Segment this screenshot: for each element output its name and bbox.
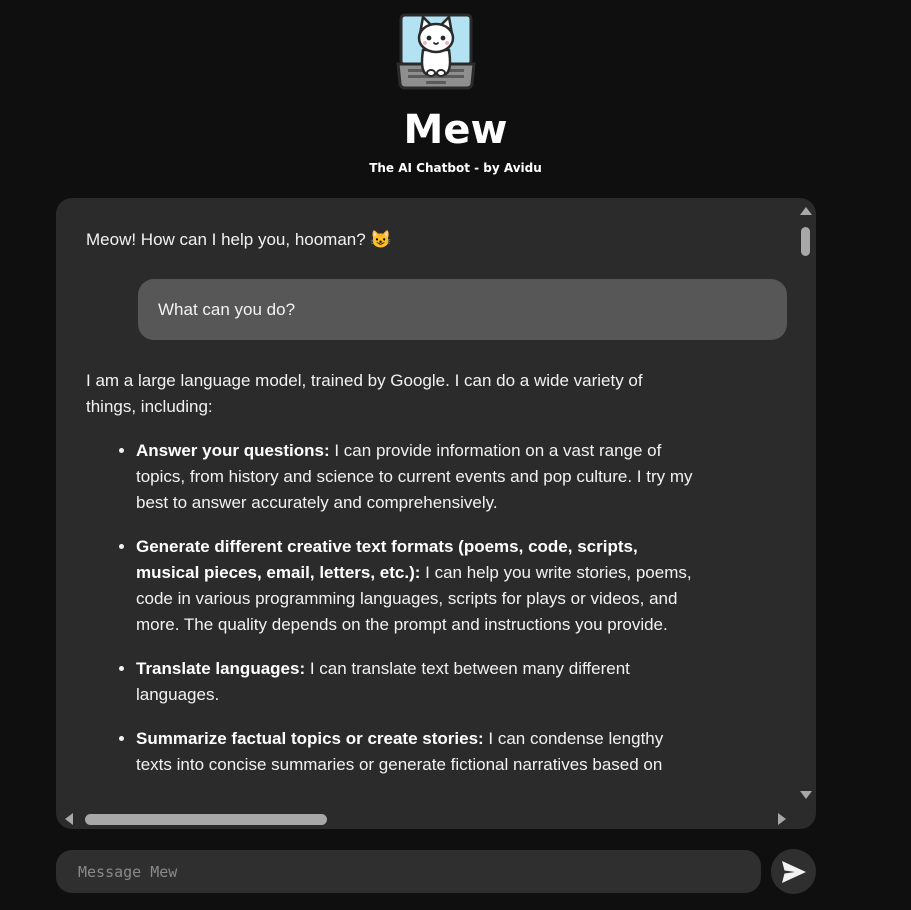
horizontal-scroll-thumb[interactable] (85, 814, 327, 825)
horizontal-scrollbar[interactable] (56, 809, 796, 829)
vertical-scroll-thumb[interactable] (801, 227, 810, 256)
capability-title: Summarize factual topics or create stori… (136, 729, 484, 748)
user-message-text: What can you do? (158, 300, 296, 319)
bot-reply-intro: I am a large language model, trained by … (86, 371, 643, 416)
app-title: Mew (403, 107, 508, 153)
scroll-down-arrow-icon[interactable] (800, 791, 812, 799)
capability-item: Translate languages: I can translate tex… (136, 656, 696, 708)
capability-title: Answer your questions: (136, 441, 330, 460)
capability-item: Answer your questions: I can provide inf… (136, 438, 696, 516)
vertical-scrollbar[interactable] (796, 198, 816, 809)
app-subtitle: The AI Chatbot - by Avidu (369, 161, 542, 175)
chat-messages[interactable]: Meow! How can I help you, hooman? 😺 What… (56, 198, 796, 809)
user-message-bubble: What can you do? (138, 279, 787, 340)
capability-item: Summarize factual topics or create stori… (136, 726, 696, 778)
scroll-right-arrow-icon[interactable] (778, 813, 786, 825)
cat-laptop-icon (396, 12, 476, 92)
bot-greeting-message: Meow! How can I help you, hooman? 😺 (86, 230, 392, 249)
capability-title: Translate languages: (136, 659, 306, 678)
send-icon (782, 861, 806, 883)
scroll-left-arrow-icon[interactable] (65, 813, 73, 825)
capability-list: Answer your questions: I can provide inf… (86, 438, 696, 778)
bot-reply-message: I am a large language model, trained by … (86, 368, 696, 796)
scroll-up-arrow-icon[interactable] (800, 207, 812, 215)
capability-item: Generate different creative text formats… (136, 534, 696, 638)
message-input[interactable] (56, 850, 761, 893)
chat-panel: Meow! How can I help you, hooman? 😺 What… (56, 198, 816, 829)
send-button[interactable] (771, 849, 816, 894)
